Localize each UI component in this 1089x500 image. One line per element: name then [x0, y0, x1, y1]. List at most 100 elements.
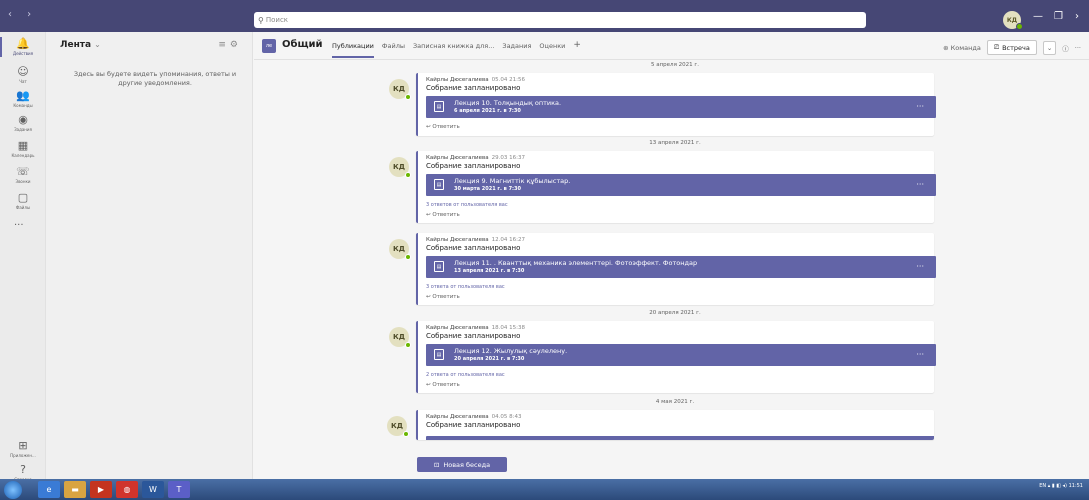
presence-dot — [403, 431, 409, 437]
post-text: Собрание запланировано — [426, 244, 521, 252]
channel-header: ле Общий Публикации Файлы Записная книжк… — [254, 32, 1089, 60]
user-avatar[interactable]: КД — [1003, 11, 1023, 30]
start-button[interactable] — [4, 481, 22, 499]
meeting-date: 20 апреля 2021 г. в 7:30 — [454, 356, 525, 362]
rail-item-files[interactable]: ▢ Файлы — [0, 188, 46, 214]
avatar[interactable]: КД — [387, 416, 409, 437]
avatar-initials: КД — [1006, 16, 1018, 24]
word-icon[interactable]: W — [142, 481, 164, 498]
team-button[interactable]: ⊛ Команда — [943, 44, 981, 52]
post-time: 29.03 16:37 — [491, 155, 525, 161]
more-options-icon[interactable]: ··· — [1075, 44, 1081, 52]
close-icon[interactable]: › — [1075, 11, 1079, 22]
post-text: Собрание запланировано — [426, 162, 521, 170]
more-options-icon[interactable]: ··· — [916, 102, 924, 111]
team-icon: ⊛ — [943, 43, 949, 52]
date-separator: 20 апреля 2021 г. — [649, 310, 701, 316]
rail-label: Действия — [12, 51, 34, 56]
feed-tools: ≡⚙ — [218, 40, 242, 50]
rail-label: Звонки — [15, 179, 31, 184]
rail-label: Приложен... — [10, 453, 36, 458]
minimize-icon[interactable]: — — [1033, 11, 1043, 22]
meeting-date: 30 марта 2021 г. в 7:30 — [454, 186, 522, 192]
info-icon[interactable]: ⓘ — [1062, 43, 1069, 53]
reply-button[interactable]: ↩ Ответить — [426, 382, 460, 388]
presence-dot — [405, 342, 411, 348]
feed-title-text: Лента — [60, 40, 92, 50]
folder-icon[interactable]: ▬ — [64, 481, 86, 498]
new-conversation-label: Новая беседа — [443, 460, 491, 469]
meeting-card[interactable]: ▤ Лекция 11. . Кванттық механика элемент… — [426, 256, 936, 278]
ie-icon[interactable]: e — [38, 481, 60, 498]
meeting-card[interactable] — [426, 436, 934, 440]
meet-button[interactable]: ⎚ Встреча — [986, 40, 1037, 55]
tab-notebook[interactable]: Записная книжка для... — [413, 42, 494, 58]
search-box[interactable]: ⚲ Поиск — [254, 12, 866, 28]
rail-item-calendar[interactable]: ▦ Календарь — [0, 136, 46, 162]
maximize-icon[interactable]: ❐ — [1054, 11, 1063, 22]
replies-link[interactable]: 2 ответа от пользователя вас — [426, 372, 505, 378]
language-indicator[interactable]: EN — [1039, 483, 1046, 489]
chat-icon: ☺ — [17, 65, 29, 78]
feed-title[interactable]: Лента ⌄ — [60, 40, 101, 50]
clock[interactable]: 11:51 — [1069, 483, 1083, 489]
add-tab-icon[interactable]: + — [573, 40, 581, 58]
rail-item-apps[interactable]: ⊞ Приложен... — [0, 436, 46, 462]
rail-item-assignments[interactable]: ◉ Задания — [0, 110, 46, 136]
replies-link[interactable]: 3 ответа от пользователя вас — [426, 284, 505, 290]
tray-icons: ▴ ▮ ◧ ◂) — [1047, 483, 1067, 489]
tab-posts[interactable]: Публикации — [332, 42, 374, 58]
more-options-icon[interactable]: ··· — [916, 262, 924, 271]
reply-button[interactable]: ↩ Ответить — [426, 212, 460, 218]
avatar[interactable]: КД — [389, 157, 411, 178]
feed-empty-message: Здесь вы будете видеть упоминания, ответ… — [73, 70, 237, 87]
filter-icon[interactable]: ≡ — [218, 40, 230, 50]
rail-item-teams[interactable]: 👥 Команды — [0, 86, 46, 112]
post-card: КД Кайрлы Дюсегалиева 29.03 16:37 Собрани… — [389, 151, 936, 223]
media-icon[interactable]: ▶ — [90, 481, 112, 498]
calendar-icon: ▤ — [434, 349, 444, 360]
rail-label: Чат — [19, 79, 27, 84]
tab-files[interactable]: Файлы — [382, 42, 405, 58]
nav-arrows[interactable]: ‹ › — [8, 9, 37, 20]
replies-link[interactable]: 3 ответов от пользователя вас — [426, 202, 508, 208]
avatar[interactable]: КД — [389, 327, 411, 348]
chrome-icon[interactable]: ◍ — [116, 481, 138, 498]
meeting-card[interactable]: ▤ Лекция 10. Толқындық оптика. 6 апреля … — [426, 96, 936, 118]
conversation-area: 5 апреля 2021 г. КД Кайрлы Дюсегалиева 05… — [254, 60, 1089, 479]
more-options-icon[interactable]: ··· — [916, 180, 924, 189]
date-separator: 4 мая 2021 г. — [655, 399, 695, 405]
avatar[interactable]: КД — [389, 239, 411, 260]
tab-grades[interactable]: Оценки — [539, 42, 565, 58]
rail-item-chat[interactable]: ☺ Чат — [0, 62, 46, 88]
reply-button[interactable]: ↩ Ответить — [426, 294, 460, 300]
meeting-title: Лекция 11. . Кванттық механика элементте… — [454, 259, 698, 267]
post-author: Кайрлы Дюсегалиева 05.04 21:56 — [426, 77, 525, 83]
teams-taskbar-icon[interactable]: T — [168, 481, 190, 498]
post-time: 12.04 16:27 — [491, 237, 525, 243]
meet-dropdown-icon[interactable]: ⌄ — [1042, 40, 1057, 55]
meeting-date: 13 апреля 2021 г. в 7:30 — [454, 268, 525, 274]
post-text: Собрание запланировано — [426, 332, 521, 340]
avatar-initials: КД — [393, 333, 405, 341]
meeting-card[interactable]: ▤ Лекция 12. Жылулық сәулелену. 20 апрел… — [426, 344, 936, 366]
tab-assignments[interactable]: Задания — [502, 42, 531, 58]
reply-button[interactable]: ↩ Ответить — [426, 124, 460, 130]
meeting-card[interactable]: ▤ Лекция 9. Магниттік құбылыстар. 30 мар… — [426, 174, 936, 196]
reply-label: Ответить — [432, 382, 460, 388]
rail-label: Задания — [14, 127, 32, 132]
post-text: Собрание запланировано — [426, 84, 521, 92]
date-separator: 13 апреля 2021 г. — [649, 140, 701, 146]
more-options-icon[interactable]: ··· — [916, 350, 924, 359]
search-input[interactable]: Поиск — [266, 16, 288, 24]
rail-item-calls[interactable]: ☏ Звонки — [0, 162, 46, 188]
new-conversation-button[interactable]: ⊡ Новая беседа — [417, 457, 507, 472]
system-tray: EN ▴ ▮ ◧ ◂) 11:51 — [1039, 483, 1083, 489]
calendar-icon: ▤ — [434, 261, 444, 272]
compose-icon: ⊡ — [433, 460, 440, 469]
author-name: Кайрлы Дюсегалиева — [426, 325, 489, 331]
rail-item-activity[interactable]: 🔔 Действия — [0, 34, 46, 60]
avatar[interactable]: КД — [389, 79, 411, 100]
gear-icon[interactable]: ⚙ — [230, 40, 242, 50]
more-apps-icon[interactable]: ··· — [14, 220, 24, 231]
